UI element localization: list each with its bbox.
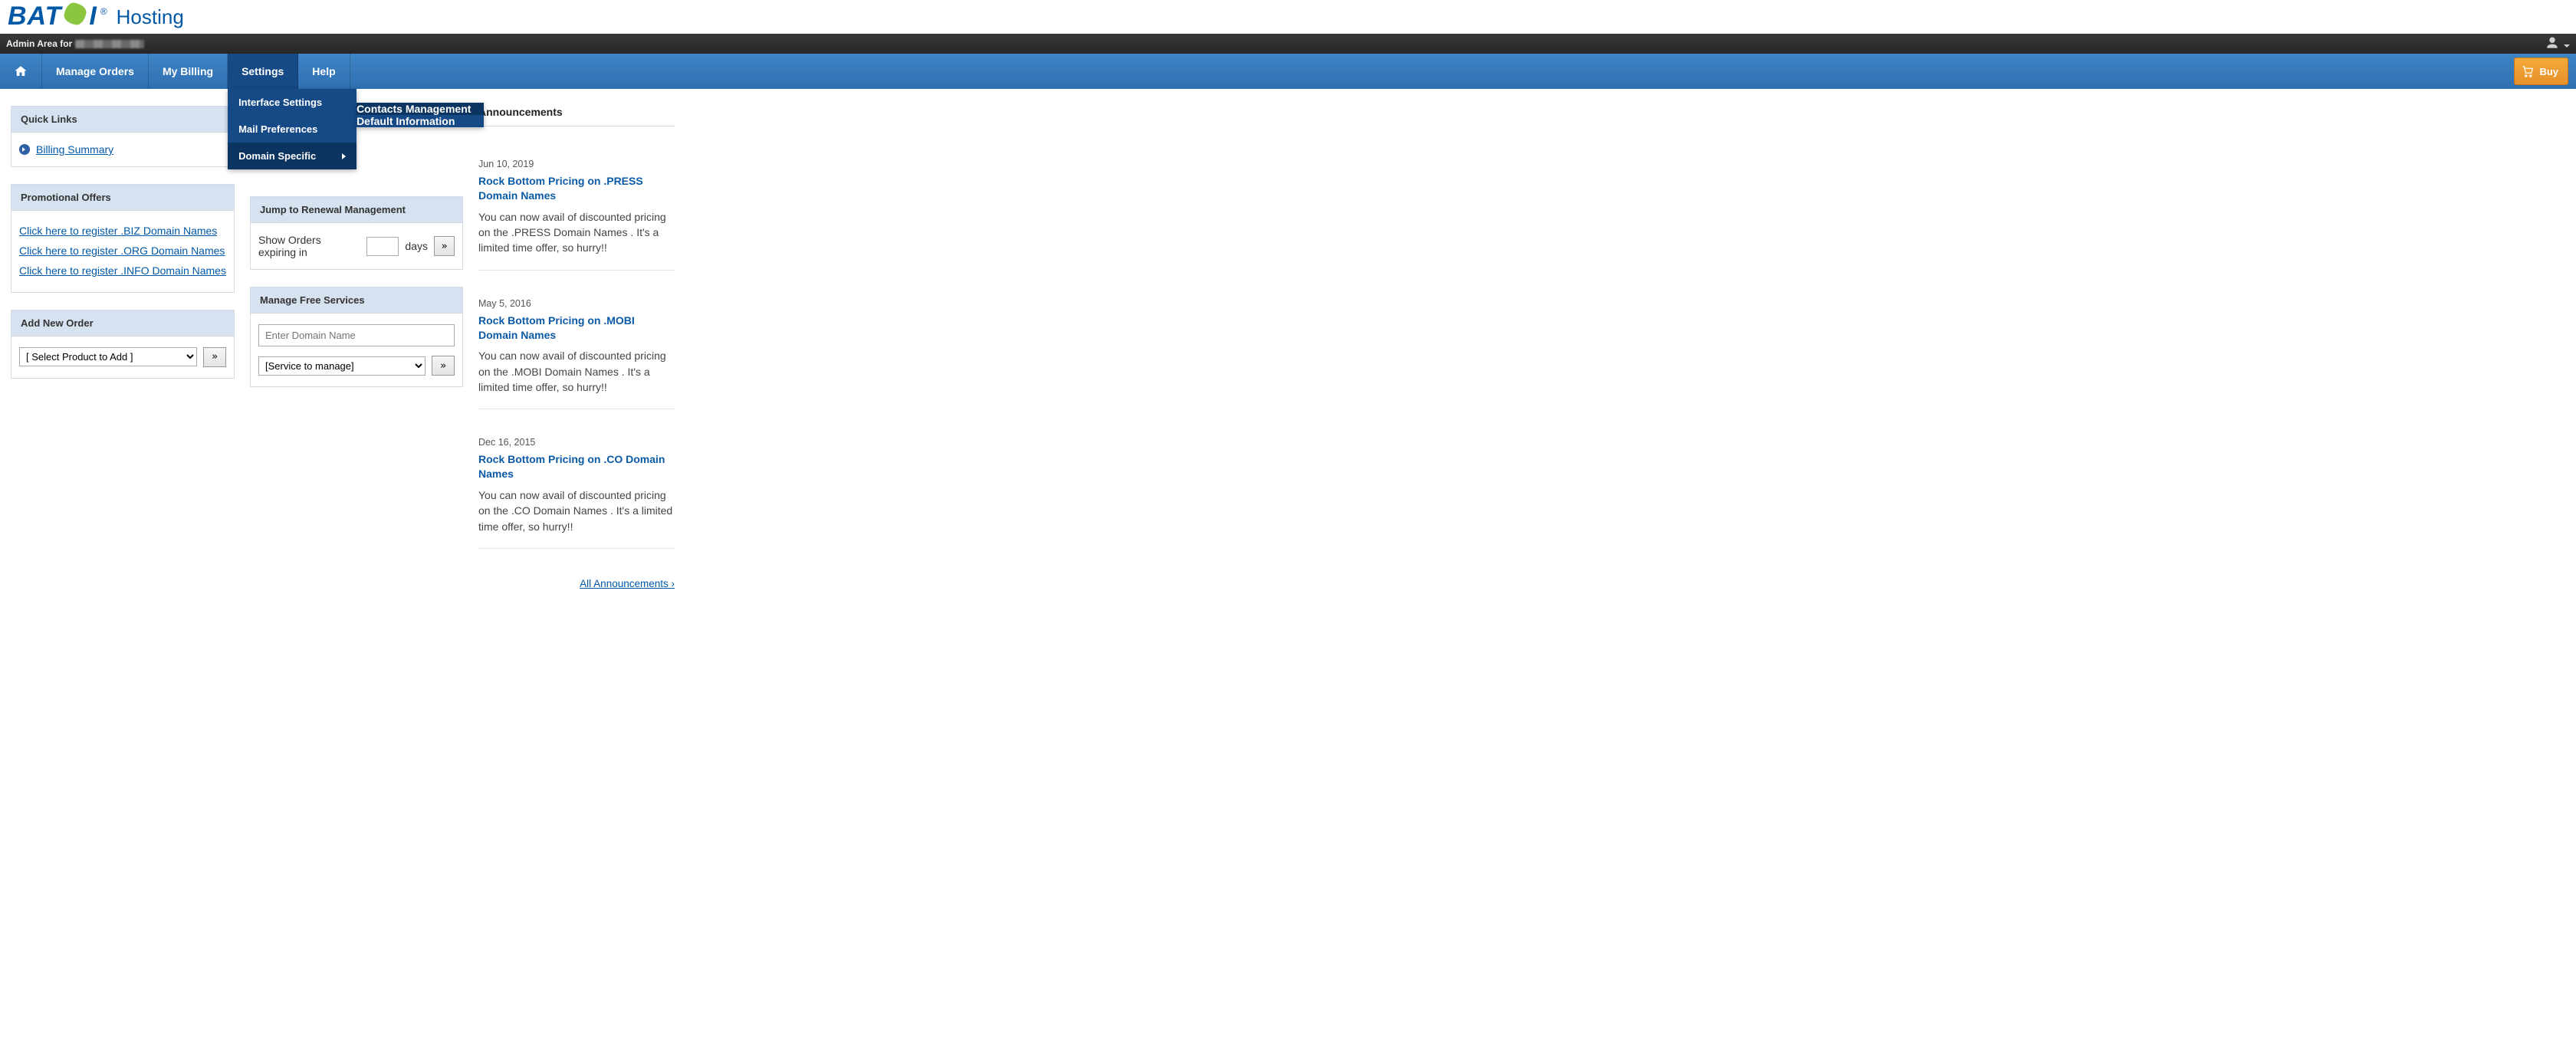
- brand-subtitle: Hosting: [117, 5, 184, 29]
- promo-link-org[interactable]: Click here to register .ORG Domain Names: [19, 241, 226, 261]
- quick-link-billing-summary[interactable]: Billing Summary: [19, 143, 226, 156]
- domain-specific-submenu: Contacts Management Default Information: [356, 103, 484, 127]
- brand-text-2: I: [89, 3, 97, 29]
- panel-manage-free-services: Manage Free Services [Service to manage]…: [250, 287, 463, 387]
- all-announcements-link[interactable]: All Announcements ›: [580, 578, 675, 589]
- menu-label: Mail Preferences: [238, 123, 317, 135]
- add-order-go-button[interactable]: »: [203, 347, 226, 367]
- menu-label: Interface Settings: [238, 97, 322, 108]
- admin-prefix: Admin Area for: [6, 38, 72, 49]
- announcement-title-link[interactable]: Rock Bottom Pricing on .PRESS Domain Nam…: [478, 174, 675, 203]
- nav-label: Settings: [242, 65, 284, 77]
- nav-help[interactable]: Help: [298, 54, 350, 89]
- arrow-bullet-icon: [19, 144, 30, 155]
- menu-interface-settings[interactable]: Interface Settings: [228, 89, 356, 116]
- announcement-item: Dec 16, 2015 Rock Bottom Pricing on .CO …: [478, 426, 675, 549]
- panel-title: Jump to Renewal Management: [251, 197, 462, 223]
- panel-title: Promotional Offers: [12, 185, 234, 211]
- panel-title: Manage Free Services: [251, 287, 462, 314]
- renewal-days-input[interactable]: [366, 237, 399, 256]
- leaf-icon: [63, 2, 87, 26]
- announcement-date: Dec 16, 2015: [478, 437, 675, 448]
- settings-dropdown: Interface Settings Mail Preferences Doma…: [228, 89, 356, 169]
- brand-logo: BAT I ®: [8, 3, 107, 29]
- panel-title: Add New Order: [12, 310, 234, 337]
- main-nav: Manage Orders My Billing Settings Interf…: [0, 54, 2576, 89]
- menu-mail-preferences[interactable]: Mail Preferences: [228, 116, 356, 143]
- panel-add-new-order: Add New Order [ Select Product to Add ] …: [11, 310, 235, 379]
- announcement-date: May 5, 2016: [478, 298, 675, 309]
- announcement-body: You can now avail of discounted pricing …: [478, 209, 675, 256]
- home-icon: [14, 64, 28, 78]
- buy-label: Buy: [2539, 66, 2558, 77]
- chevron-right-icon: [342, 153, 346, 159]
- announcements-title: Announcements: [478, 106, 675, 126]
- panel-title: Quick Links: [12, 107, 234, 133]
- announcement-body: You can now avail of discounted pricing …: [478, 488, 675, 534]
- renewal-go-button[interactable]: »: [434, 236, 455, 256]
- brand-bar: BAT I ® Hosting: [0, 0, 2576, 34]
- chevron-down-icon: [2564, 44, 2570, 48]
- user-menu[interactable]: [2545, 35, 2570, 53]
- panel-renewal-management: Jump to Renewal Management Show Orders e…: [250, 196, 463, 270]
- col-left: Quick Links Billing Summary Promotional …: [11, 106, 235, 379]
- user-icon: [2545, 35, 2560, 51]
- nav-label: My Billing: [163, 65, 213, 77]
- announcement-date: Jun 10, 2019: [478, 159, 675, 169]
- brand-text-1: BAT: [8, 3, 61, 29]
- col-announcements: Announcements Jun 10, 2019 Rock Bottom P…: [478, 106, 675, 589]
- submenu-contacts-management[interactable]: Contacts Management: [356, 103, 484, 115]
- renewal-pre-text: Show Orders expiring in: [258, 234, 360, 258]
- page-body: Quick Links Billing Summary Promotional …: [0, 89, 2576, 606]
- promo-link-biz[interactable]: Click here to register .BIZ Domain Names: [19, 222, 226, 241]
- domain-name-input[interactable]: [258, 324, 455, 346]
- panel-quick-links: Quick Links Billing Summary: [11, 106, 235, 167]
- nav-my-billing[interactable]: My Billing: [149, 54, 228, 89]
- menu-label: Contacts Management: [356, 103, 471, 115]
- menu-domain-specific[interactable]: Domain Specific: [228, 143, 356, 169]
- announcement-body: You can now avail of discounted pricing …: [478, 348, 675, 395]
- promo-link-info[interactable]: Click here to register .INFO Domain Name…: [19, 261, 226, 281]
- panel-promotional-offers: Promotional Offers Click here to registe…: [11, 184, 235, 293]
- menu-label: Default Information: [356, 115, 455, 127]
- menu-label: Domain Specific: [238, 150, 316, 162]
- admin-bar: Admin Area for: [0, 34, 2576, 54]
- nav-manage-orders[interactable]: Manage Orders: [42, 54, 149, 89]
- announcement-item: May 5, 2016 Rock Bottom Pricing on .MOBI…: [478, 287, 675, 410]
- billing-summary-link[interactable]: Billing Summary: [36, 143, 113, 156]
- free-services-go-button[interactable]: »: [432, 356, 455, 376]
- announcement-item: Jun 10, 2019 Rock Bottom Pricing on .PRE…: [478, 148, 675, 271]
- renewal-post-text: days: [405, 240, 428, 252]
- registered-symbol: ®: [100, 6, 107, 17]
- submenu-default-information[interactable]: Default Information: [356, 115, 484, 127]
- buy-button[interactable]: Buy: [2514, 57, 2568, 85]
- redacted-account-name: [75, 40, 144, 48]
- admin-area-label: Admin Area for: [6, 38, 144, 49]
- nav-home[interactable]: [0, 54, 42, 89]
- cart-icon: [2521, 64, 2535, 78]
- nav-label: Manage Orders: [56, 65, 134, 77]
- announcement-title-link[interactable]: Rock Bottom Pricing on .CO Domain Names: [478, 452, 675, 481]
- service-select[interactable]: [Service to manage]: [258, 356, 426, 376]
- nav-settings[interactable]: Settings Interface Settings Mail Prefere…: [228, 54, 298, 89]
- product-select[interactable]: [ Select Product to Add ]: [19, 347, 197, 366]
- nav-label: Help: [312, 65, 335, 77]
- announcement-title-link[interactable]: Rock Bottom Pricing on .MOBI Domain Name…: [478, 314, 675, 343]
